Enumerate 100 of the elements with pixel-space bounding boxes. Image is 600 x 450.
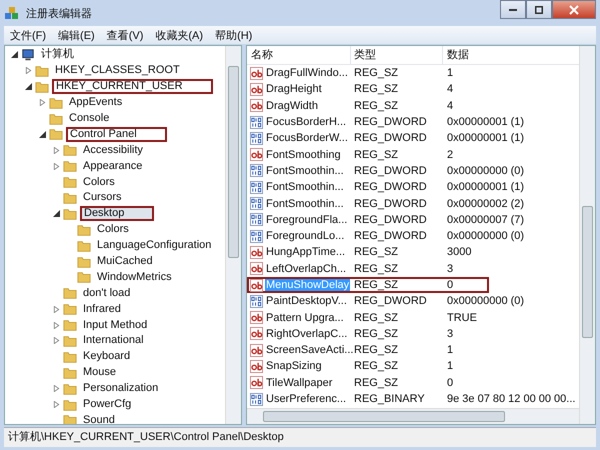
string-value-icon [250, 311, 263, 324]
tree-item[interactable]: Infrared [80, 302, 124, 317]
value-name: LeftOverlapCh... [265, 262, 348, 275]
tree-item[interactable]: 计算机 [38, 47, 77, 62]
value-row[interactable]: FontSmoothin... REG_DWORD 0x00000002 (2) [247, 195, 579, 212]
value-row[interactable]: FontSmoothin... REG_DWORD 0x00000001 (1) [247, 179, 579, 196]
tree-item[interactable]: HKEY_CURRENT_USER [52, 79, 213, 94]
value-row[interactable]: PaintDesktopV... REG_DWORD 0x00000000 (0) [247, 293, 579, 310]
value-type: REG_SZ [353, 100, 400, 112]
collapsed-arrow-icon[interactable] [53, 162, 60, 170]
folder-icon [35, 80, 49, 94]
tree-item[interactable]: PowerCfg [80, 397, 134, 412]
value-row[interactable]: ForegroundLo... REG_DWORD 0x00000000 (0) [247, 228, 579, 244]
tree-item[interactable]: Desktop [80, 206, 154, 222]
column-header[interactable]: 类型 [351, 46, 443, 64]
expanded-arrow-icon[interactable] [53, 210, 60, 218]
scrollbar[interactable] [579, 46, 595, 424]
tree-item[interactable]: Personalization [80, 381, 162, 396]
cubes-icon [4, 5, 20, 21]
value-row[interactable]: DragWidth REG_SZ 4 [247, 98, 579, 114]
value-row[interactable]: RightOverlapC... REG_SZ 3 [247, 326, 579, 342]
folder-icon [63, 350, 77, 364]
value-row[interactable]: DragFullWindo... REG_SZ 1 [247, 65, 579, 82]
tree-item[interactable]: HKEY_CLASSES_ROOT [52, 63, 183, 78]
value-data: 1 [446, 344, 454, 356]
tree-item[interactable]: AppEvents [66, 95, 126, 110]
tree-item[interactable]: Colors [94, 222, 132, 238]
string-value-icon [250, 262, 263, 276]
binary-value-icon [250, 164, 263, 178]
collapsed-arrow-icon[interactable] [53, 306, 60, 313]
menu-item[interactable]: 帮助(H) [215, 28, 252, 42]
value-name: RightOverlapC... [265, 328, 348, 340]
string-value-icon [250, 148, 263, 162]
value-row[interactable]: MenuShowDelay REG_SZ 0 [247, 276, 489, 294]
collapsed-arrow-icon[interactable] [53, 337, 60, 344]
minimize-button[interactable] [500, 0, 526, 19]
menu-item[interactable]: 查看(V) [106, 28, 144, 42]
value-row[interactable]: UserPreferenc... REG_BINARY 9e 3e 07 80 12 00 00 00... [247, 390, 579, 408]
tree-item[interactable]: LanguageConfiguration [94, 238, 214, 254]
tree-item[interactable]: International [80, 333, 147, 348]
value-row[interactable]: TileWallpaper REG_SZ 0 [247, 374, 579, 391]
value-name: DragHeight [265, 83, 323, 96]
expanded-arrow-icon[interactable] [25, 83, 32, 90]
value-row[interactable]: SnapSizing REG_SZ 1 [247, 358, 579, 375]
collapsed-arrow-icon[interactable] [53, 146, 60, 154]
binary-value-icon [250, 197, 263, 210]
tree-item[interactable]: Input Method [80, 318, 150, 333]
value-row[interactable]: DragHeight REG_SZ 4 [247, 81, 579, 98]
expanded-arrow-icon[interactable] [39, 130, 46, 138]
tree-item[interactable]: Mouse [80, 365, 120, 380]
folder-icon [63, 206, 77, 221]
tree-item[interactable]: Console [66, 111, 112, 126]
value-row[interactable]: HungAppTime... REG_SZ 3000 [247, 244, 579, 261]
value-name: ForegroundFla... [265, 214, 348, 226]
maximize-button[interactable] [526, 0, 552, 19]
close-button[interactable] [552, 0, 596, 19]
tree-item[interactable]: Keyboard [80, 349, 134, 364]
value-row[interactable]: ScreenSaveActi...REG_SZ 1 [247, 342, 579, 358]
tree-item[interactable]: Colors [80, 174, 118, 190]
minimize-icon [509, 8, 517, 10]
tree-item[interactable]: don't load [80, 286, 134, 301]
collapsed-arrow-icon[interactable] [53, 401, 60, 408]
scrollbar[interactable] [225, 46, 241, 424]
menu-item[interactable]: 文件(F) [10, 28, 46, 42]
folder-icon [35, 64, 49, 78]
column-header[interactable]: 数据 [443, 46, 579, 64]
tree-item[interactable]: Appearance [80, 158, 146, 174]
menu-item[interactable]: 编辑(E) [58, 28, 95, 42]
tree-item[interactable]: Sound [80, 412, 118, 424]
value-row[interactable]: FocusBorderH... REG_DWORD 0x00000001 (1) [247, 114, 579, 130]
tree-item[interactable]: Cursors [80, 190, 125, 206]
value-name: FontSmoothin... [265, 164, 345, 177]
tree-item[interactable]: WindowMetrics [94, 270, 175, 285]
value-row[interactable]: Pattern Upgra... REG_SZ TRUE [247, 309, 579, 326]
folder-icon [63, 334, 77, 348]
value-row[interactable]: ForegroundFla... REG_DWORD 0x00000007 (7) [247, 212, 579, 228]
horizontal-scrollbar[interactable] [247, 408, 579, 424]
tree-item[interactable]: MuiCached [94, 254, 156, 270]
value-type: REG_SZ [353, 246, 400, 258]
string-value-icon [250, 66, 263, 80]
collapsed-arrow-icon[interactable] [53, 385, 60, 392]
value-row[interactable]: FontSmoothin... REG_DWORD 0x00000000 (0) [247, 162, 579, 180]
expanded-arrow-icon[interactable] [11, 51, 18, 58]
maximize-icon [535, 6, 543, 14]
tree-item[interactable]: Accessibility [80, 142, 146, 158]
value-row[interactable]: FontSmoothing REG_SZ 2 [247, 146, 579, 163]
collapsed-arrow-icon[interactable] [39, 99, 46, 106]
collapsed-arrow-icon[interactable] [53, 322, 60, 329]
value-row[interactable]: LeftOverlapCh... REG_SZ 3 [247, 260, 579, 277]
collapsed-arrow-icon[interactable] [25, 67, 32, 74]
folder-icon [63, 190, 77, 205]
tree-item[interactable]: Control Panel [66, 126, 167, 142]
column-header[interactable]: 名称 [247, 46, 351, 64]
folder-icon [49, 112, 63, 126]
value-data: 0x00000000 (0) [446, 230, 526, 242]
menu-item[interactable]: 收藏夹(A) [155, 28, 204, 42]
folder-icon [63, 413, 77, 424]
string-value-icon [250, 99, 263, 112]
value-type: REG_SZ [353, 83, 400, 96]
value-row[interactable]: FocusBorderW... REG_DWORD 0x00000001 (1) [247, 130, 579, 146]
